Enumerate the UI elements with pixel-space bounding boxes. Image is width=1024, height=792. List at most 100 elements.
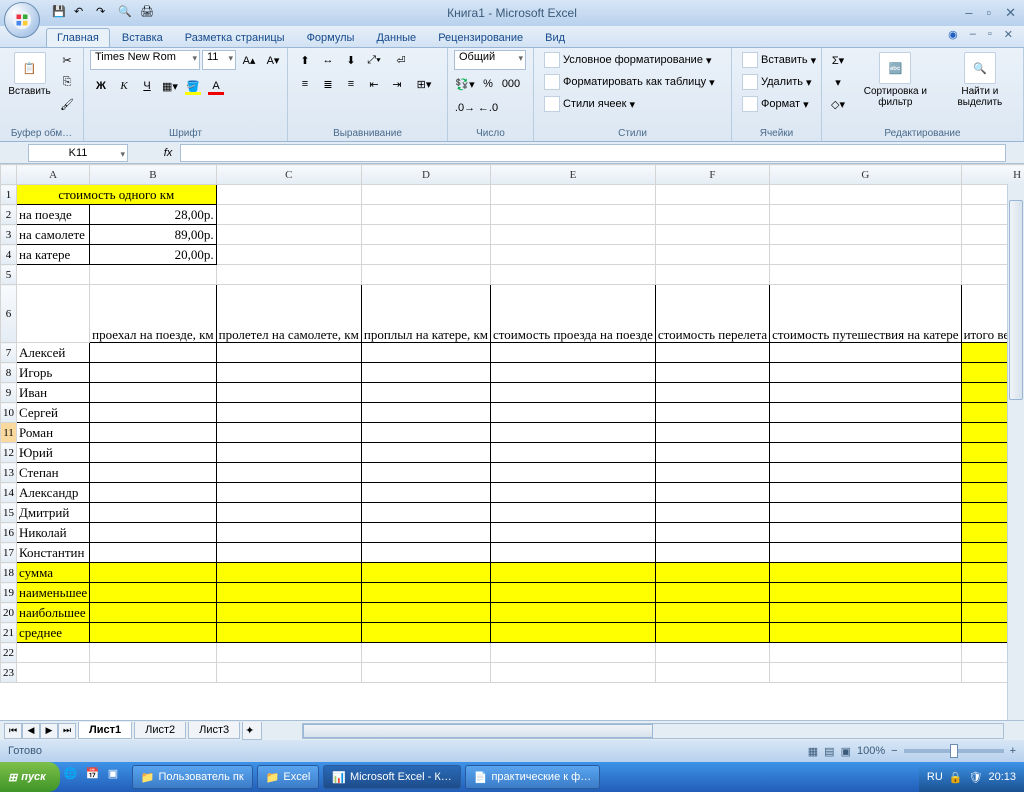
cell-B16[interactable] [90, 523, 217, 543]
cell-B20[interactable] [90, 603, 217, 623]
cell-E23[interactable] [491, 663, 656, 683]
tab-home[interactable]: Главная [46, 28, 110, 47]
cell-E11[interactable] [491, 423, 656, 443]
cell-A8[interactable]: Игорь [17, 363, 90, 383]
ribbon-restore-icon[interactable]: ▫ [985, 28, 995, 41]
cell-E21[interactable] [491, 623, 656, 643]
cell-D7[interactable] [361, 343, 490, 363]
vertical-scrollbar[interactable] [1007, 184, 1024, 720]
cell-G18[interactable] [770, 563, 961, 583]
row-header-21[interactable]: 21 [1, 623, 17, 643]
cell-B2[interactable]: 28,00р. [90, 205, 217, 225]
increase-decimal-icon[interactable]: .0→ [454, 98, 476, 118]
print-icon[interactable]: 🖨 [140, 5, 156, 21]
cell-styles-button[interactable]: Стили ячеек▾ [540, 94, 639, 114]
row-header-3[interactable]: 3 [1, 225, 17, 245]
cell-D2[interactable] [361, 205, 490, 225]
cell-D19[interactable] [361, 583, 490, 603]
cell-C15[interactable] [216, 503, 361, 523]
cell-E8[interactable] [491, 363, 656, 383]
lang-indicator[interactable]: RU [927, 771, 943, 783]
cell-G19[interactable] [770, 583, 961, 603]
view-layout-icon[interactable]: ▤ [824, 745, 834, 758]
cell-A11[interactable]: Роман [17, 423, 90, 443]
font-color-button[interactable]: A [205, 76, 227, 96]
cell-C3[interactable] [216, 225, 361, 245]
merge-button[interactable]: ⊞▾ [409, 74, 439, 94]
cell-B18[interactable] [90, 563, 217, 583]
cell-E19[interactable] [491, 583, 656, 603]
cell-E1[interactable] [491, 185, 656, 205]
tab-formulas[interactable]: Формулы [297, 29, 365, 47]
format-as-table-button[interactable]: Форматировать как таблицу▾ [540, 72, 719, 92]
worksheet-grid[interactable]: ABCDEFGHIJK1стоимость одного км2на поезд… [0, 164, 1024, 720]
cell-F8[interactable] [655, 363, 769, 383]
tray-icon-1[interactable]: 🔒 [949, 771, 963, 784]
cell-G22[interactable] [770, 643, 961, 663]
cell-C5[interactable] [216, 265, 361, 285]
cell-C21[interactable] [216, 623, 361, 643]
cell-E9[interactable] [491, 383, 656, 403]
cell-B11[interactable] [90, 423, 217, 443]
tab-data[interactable]: Данные [366, 29, 426, 47]
cell-F7[interactable] [655, 343, 769, 363]
cell-C22[interactable] [216, 643, 361, 663]
grow-font-icon[interactable]: A▴ [238, 50, 260, 70]
task-item-1[interactable]: 📁 Пользователь пк [132, 765, 253, 789]
cell-D14[interactable] [361, 483, 490, 503]
minimize-icon[interactable]: – [961, 5, 976, 21]
cell-G7[interactable] [770, 343, 961, 363]
cell-B6[interactable]: проехал на поезде, км [90, 285, 217, 343]
cell-G23[interactable] [770, 663, 961, 683]
cell-A9[interactable]: Иван [17, 383, 90, 403]
cell-G15[interactable] [770, 503, 961, 523]
next-sheet-icon[interactable]: ▶ [40, 723, 58, 739]
cell-E3[interactable] [491, 225, 656, 245]
cell-E6[interactable]: стоимость проезда на поезде [491, 285, 656, 343]
cell-F19[interactable] [655, 583, 769, 603]
cell-D4[interactable] [361, 245, 490, 265]
ribbon-minimize-icon[interactable]: – [967, 28, 979, 41]
clear-icon[interactable]: ◇▾ [828, 94, 848, 114]
cell-C7[interactable] [216, 343, 361, 363]
row-header-6[interactable]: 6 [1, 285, 17, 343]
cell-C23[interactable] [216, 663, 361, 683]
cell-C18[interactable] [216, 563, 361, 583]
cell-D18[interactable] [361, 563, 490, 583]
cell-F4[interactable] [655, 245, 769, 265]
cell-G14[interactable] [770, 483, 961, 503]
tab-layout[interactable]: Разметка страницы [175, 29, 295, 47]
row-header-22[interactable]: 22 [1, 643, 17, 663]
cell-E7[interactable] [491, 343, 656, 363]
cell-C11[interactable] [216, 423, 361, 443]
col-header-E[interactable]: E [491, 165, 656, 185]
cell-C9[interactable] [216, 383, 361, 403]
row-header-10[interactable]: 10 [1, 403, 17, 423]
cell-F1[interactable] [655, 185, 769, 205]
cell-G16[interactable] [770, 523, 961, 543]
cell-C4[interactable] [216, 245, 361, 265]
cell-G13[interactable] [770, 463, 961, 483]
help-icon[interactable]: ◉ [945, 28, 961, 41]
cell-A10[interactable]: Сергей [17, 403, 90, 423]
cell-F17[interactable] [655, 543, 769, 563]
align-top-icon[interactable]: ⬆ [294, 50, 316, 70]
view-break-icon[interactable]: ▣ [841, 745, 851, 758]
cell-D6[interactable]: проплыл на катере, км [361, 285, 490, 343]
save-icon[interactable]: 💾 [52, 5, 68, 21]
italic-button[interactable]: К [113, 76, 135, 96]
cell-F23[interactable] [655, 663, 769, 683]
cell-G3[interactable] [770, 225, 961, 245]
cell-C12[interactable] [216, 443, 361, 463]
row-header-9[interactable]: 9 [1, 383, 17, 403]
cell-C10[interactable] [216, 403, 361, 423]
row-header-17[interactable]: 17 [1, 543, 17, 563]
cell-B15[interactable] [90, 503, 217, 523]
cell-E5[interactable] [491, 265, 656, 285]
row-header-12[interactable]: 12 [1, 443, 17, 463]
cell-F18[interactable] [655, 563, 769, 583]
insert-cells-button[interactable]: Вставить▾ [738, 50, 820, 70]
tray-icon-2[interactable]: 🛡 [969, 771, 983, 784]
cell-A14[interactable]: Александр [17, 483, 90, 503]
cell-B21[interactable] [90, 623, 217, 643]
